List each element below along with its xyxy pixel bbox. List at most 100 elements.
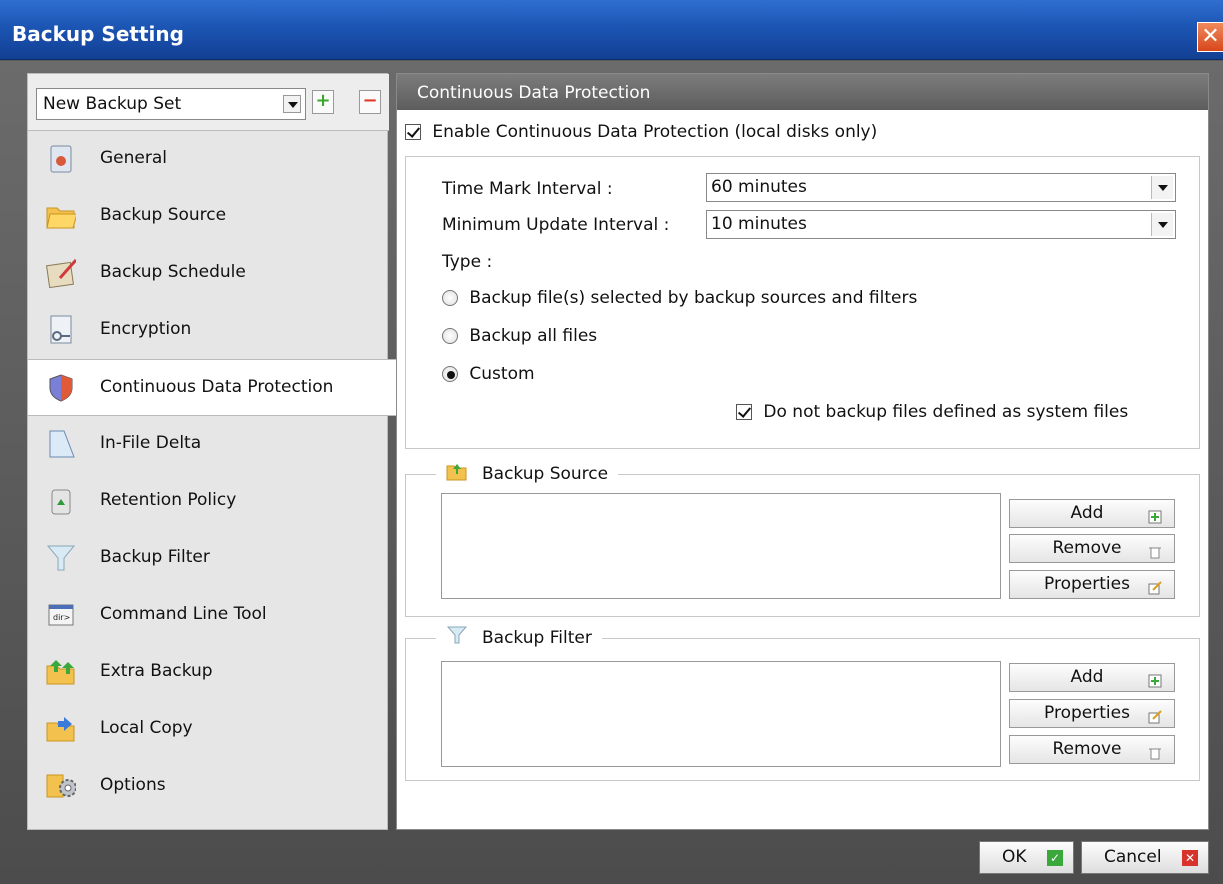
backup-filter-title: Backup Filter [482,627,592,648]
add-icon [1148,506,1162,524]
funnel-icon [446,625,468,650]
sidebar-item-label: Backup Filter [100,547,210,567]
button-label: Remove [1052,538,1122,558]
time-mark-select[interactable]: 60 minutes [706,173,1176,202]
gears-icon [46,770,76,802]
type-option-label: Custom [469,364,535,384]
sidebar-item-backup-schedule[interactable]: Backup Schedule [28,245,389,302]
min-update-select[interactable]: 10 minutes [706,210,1176,239]
title-bar: Backup Setting ✕ [0,0,1223,60]
checkbox-checked-icon [736,404,752,420]
button-label: Add [1070,667,1104,687]
enable-cdp-label: Enable Continuous Data Protection (local… [432,122,878,142]
document-icon [46,143,76,175]
cdp-settings-box: Time Mark Interval : 60 minutes Minimum … [405,156,1200,449]
backup-filter-remove-button[interactable]: Remove [1009,735,1175,764]
min-update-label: Minimum Update Interval : [442,215,670,235]
button-label: Properties [1044,703,1130,723]
radio-icon [442,290,458,306]
backup-filter-add-button[interactable]: Add [1009,663,1175,692]
backup-filter-properties-button[interactable]: Properties [1009,699,1175,728]
backup-source-group: Backup Source Add Remove Properties [405,461,1200,617]
cancel-button[interactable]: Cancel ✕ [1081,841,1209,874]
remove-backup-set-button[interactable]: − [359,90,381,114]
folder-icon [46,200,76,232]
backup-set-value: New Backup Set [43,94,182,114]
sidebar-item-backup-source[interactable]: Backup Source [28,188,389,245]
funnel-icon [46,542,76,574]
schedule-icon [46,257,76,289]
sidebar-item-retention-policy[interactable]: Retention Policy [28,473,389,530]
close-icon: ✕ [1182,850,1198,866]
terminal-icon: dir> [46,599,76,631]
backup-source-title: Backup Source [482,463,609,484]
sidebar-item-cdp[interactable]: Continuous Data Protection [28,359,396,416]
sidebar-item-local-copy[interactable]: Local Copy [28,701,389,758]
local-copy-icon [46,713,76,745]
group-legend: Backup Filter [436,625,602,650]
type-option-selected-sources[interactable]: Backup file(s) selected by backup source… [442,288,917,308]
svg-text:dir>: dir> [53,613,70,622]
close-button[interactable]: ✕ [1197,22,1223,52]
button-label: Properties [1044,574,1130,594]
sidebar-item-label: Local Copy [100,718,193,738]
time-mark-label: Time Mark Interval : [442,179,613,199]
backup-source-list[interactable] [441,493,1001,599]
extra-backup-icon [46,656,76,688]
recycle-bin-icon [46,485,76,517]
sidebar-item-encryption[interactable]: Encryption [28,302,389,359]
backup-source-remove-button[interactable]: Remove [1009,534,1175,563]
sidebar-item-options[interactable]: Options [28,758,389,815]
sidebar-item-extra-backup[interactable]: Extra Backup [28,644,389,701]
sidebar-item-label: Backup Source [100,205,227,225]
type-option-label: Backup all files [469,326,598,346]
type-label: Type : [442,252,493,272]
group-legend: Backup Source [436,461,619,486]
ok-button[interactable]: OK ✓ [979,841,1074,874]
sidebar-item-backup-filter[interactable]: Backup Filter [28,530,389,587]
delta-icon [46,428,76,460]
radio-selected-icon [442,366,458,382]
sidebar-item-label: Encryption [100,319,192,339]
check-icon: ✓ [1047,850,1063,866]
trash-icon [1148,541,1162,559]
sidebar-item-command-line-tool[interactable]: dir> Command Line Tool [28,587,389,644]
add-backup-set-button[interactable]: + [312,90,334,114]
sidebar-item-label: Command Line Tool [100,604,267,624]
backup-filter-list[interactable] [441,661,1001,767]
backup-source-properties-button[interactable]: Properties [1009,570,1175,599]
system-files-checkbox[interactable]: Do not backup files defined as system fi… [736,402,1128,422]
sidebar-item-label: In-File Delta [100,433,202,453]
backup-filter-group: Backup Filter Add Properties Remove [405,625,1200,781]
sidebar-item-in-file-delta[interactable]: In-File Delta [28,416,389,473]
cancel-label: Cancel [1104,847,1162,867]
backup-set-select[interactable]: New Backup Set [36,88,306,120]
radio-icon [442,328,458,344]
button-label: Remove [1052,739,1122,759]
type-option-label: Backup file(s) selected by backup source… [469,288,918,308]
button-label: Add [1070,503,1104,523]
type-option-all-files[interactable]: Backup all files [442,326,597,346]
trash-icon [1148,742,1162,760]
folder-upload-icon [446,461,468,486]
key-icon [46,314,76,346]
panel-header: Continuous Data Protection [397,74,1208,110]
sidebar-item-label: Options [100,775,166,795]
backup-source-add-button[interactable]: Add [1009,499,1175,528]
shield-icon [46,372,76,404]
sidebar-item-label: Continuous Data Protection [100,377,334,397]
time-mark-value: 60 minutes [711,177,807,197]
chevron-down-icon [283,95,301,113]
main-panel: Continuous Data Protection Enable Contin… [396,73,1209,830]
edit-icon [1148,706,1162,724]
backup-set-row: New Backup Set + − [28,74,389,131]
sidebar-item-label: General [100,148,167,168]
add-icon [1148,670,1162,688]
min-update-value: 10 minutes [711,214,807,234]
sidebar-item-label: Extra Backup [100,661,213,681]
type-option-custom[interactable]: Custom [442,364,535,384]
ok-label: OK [1002,847,1027,867]
sidebar: New Backup Set + − General Backup Source… [27,73,396,830]
enable-cdp-checkbox[interactable]: Enable Continuous Data Protection (local… [405,122,877,142]
sidebar-item-general[interactable]: General [28,131,389,188]
